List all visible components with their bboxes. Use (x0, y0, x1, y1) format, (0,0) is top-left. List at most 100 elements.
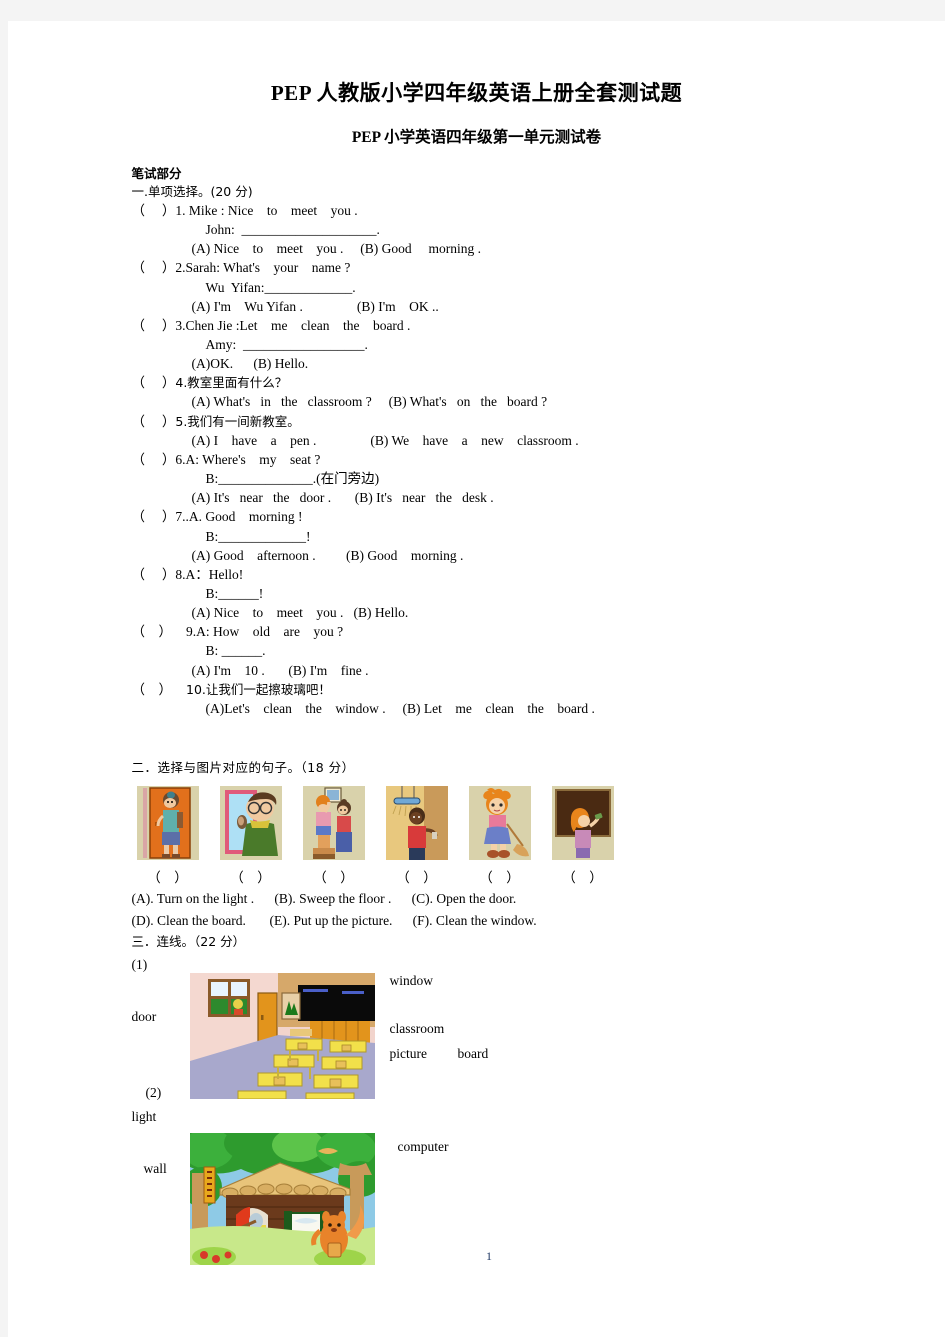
question-options: (A) What's in the classroom ? (B) What's… (132, 392, 827, 411)
question-options: (A)OK. (B) Hello. (132, 354, 827, 373)
question-row: （ ）6.A: Where's my seat ? (132, 450, 827, 469)
question-subline: John: ____________________. (132, 220, 827, 239)
question-row: （ ）8.A：Hello! (132, 565, 827, 584)
answer-bracket[interactable]: （ ） (132, 375, 176, 390)
question-options-text[interactable]: (A) Nice to meet you . (B) Hello. (192, 605, 409, 620)
question-options: (A) Nice to meet you . (B) Good morning … (132, 239, 827, 258)
question-options: (A) I have a pen . (B) We have a new cla… (132, 431, 827, 450)
section-two-heading: 二．选择与图片对应的句子。（18 分） (131, 760, 355, 776)
question-sub-text: John: ____________________. (205, 222, 380, 238)
answer-bracket[interactable]: （ ） (132, 682, 173, 697)
question-sub-text: Amy: __________________. (205, 336, 368, 352)
answer-bracket[interactable]: （ ） (132, 567, 176, 582)
question-subline: B:______________.(在门旁边) (132, 469, 827, 488)
question-row: （ ） 10.让我们一起擦玻璃吧！ (132, 680, 827, 699)
question-row: （ ）3.Chen Jie :Let me clean the board . (132, 316, 827, 335)
picture-cell (302, 786, 365, 861)
question-options-text[interactable]: (A) Good afternoon . (B) Good morning . (192, 548, 464, 563)
question-prompt: 3.Chen Jie :Let me clean the board . (175, 317, 411, 333)
question-subline: Wu Yifan:_____________. (132, 278, 827, 297)
picture-cell (136, 786, 199, 861)
picture-row (136, 786, 827, 861)
answer-bracket[interactable]: （ ） (132, 624, 173, 639)
match-label-computer[interactable]: computer (398, 1139, 449, 1155)
matching-group-two: wall computer (132, 1129, 827, 1279)
section-two-options-row-two[interactable]: (D). Clean the board. (E). Put up the pi… (132, 910, 827, 932)
section-one-heading: 一.单项选择。(20 分) (131, 183, 253, 199)
match-label-picture[interactable]: picture (390, 1046, 427, 1062)
boy-cleaning-window-icon (219, 786, 282, 861)
picture-answer-bracket[interactable]: （ ） (220, 866, 282, 886)
question-row: （ ）4.教室里面有什么？ (132, 373, 827, 392)
answer-bracket[interactable]: （ ） (132, 414, 176, 429)
answer-bracket[interactable]: （ ） (132, 260, 176, 275)
question-options: (A)Let's clean the window . (B) Let me c… (132, 699, 827, 718)
question-options-text[interactable]: (A) It's near the door . (B) It's near t… (192, 490, 494, 505)
written-part-label: 笔试部分 (131, 167, 182, 181)
question-options-text[interactable]: (A) I'm 10 . (B) I'm fine . (192, 663, 369, 678)
picture-answer-bracket[interactable]: （ ） (552, 866, 614, 886)
picture-answer-bracket[interactable]: （ ） (303, 866, 365, 886)
question-options-text[interactable]: (A)OK. (B) Hello. (192, 356, 309, 371)
log-cabin-illustration (189, 1132, 375, 1265)
question-options-text[interactable]: (A) I have a pen . (B) We have a new cla… (192, 433, 579, 448)
picture-answer-brackets-row: （ ） （ ） （ ） （ ） （ ） （ ） (137, 866, 827, 886)
question-sub-text: B:_____________! (205, 528, 311, 544)
question-sub-text: B: ______. (205, 643, 266, 659)
group-one-number: (1) (131, 956, 148, 972)
picture-cell (551, 786, 614, 861)
match-label-light[interactable]: light (132, 1109, 157, 1125)
question-options-text[interactable]: (A) Nice to meet you . (B) Good morning … (192, 241, 481, 256)
question-options: (A) I'm Wu Yifan . (B) I'm OK .. (132, 297, 827, 316)
question-options: (A) Nice to meet you . (B) Hello. (132, 603, 827, 622)
question-subline: Amy: __________________. (132, 335, 827, 354)
answer-bracket[interactable]: （ ） (132, 452, 176, 467)
picture-answer-bracket[interactable]: （ ） (469, 866, 531, 886)
question-row: （ ） 9.A: How old are you ? (132, 622, 827, 641)
question-options-text[interactable]: (A) What's in the classroom ? (B) What's… (192, 394, 548, 409)
question-row: （ ）2.Sarah: What's your name ? (132, 258, 827, 277)
group-two-number: (2) (145, 1084, 162, 1100)
question-prompt: 6.A: Where's my seat ? (175, 451, 321, 467)
section-three-heading: 三．连线。（22 分） (131, 933, 246, 949)
match-label-wall[interactable]: wall (144, 1161, 167, 1177)
question-sub-text: B:______! (205, 586, 264, 601)
question-subline: B: ______. (132, 641, 827, 660)
match-label-classroom[interactable]: classroom (390, 1021, 445, 1037)
picture-answer-bracket[interactable]: （ ） (137, 866, 199, 886)
picture-answer-bracket[interactable]: （ ） (386, 866, 448, 886)
question-options: (A) I'm 10 . (B) I'm fine . (132, 661, 827, 680)
question-prompt: 4.教室里面有什么？ (175, 375, 288, 391)
question-subline: B:______! (132, 584, 827, 603)
question-prompt: 2.Sarah: What's your name ? (175, 260, 351, 276)
question-options-text[interactable]: (A)Let's clean the window . (B) Let me c… (206, 701, 595, 716)
boy-turning-on-light-icon (385, 786, 448, 861)
match-label-board[interactable]: board (458, 1046, 489, 1062)
picture-cell (468, 786, 531, 861)
picture-cell (219, 786, 282, 861)
question-row: （ ）7..A. Good morning ! (132, 507, 827, 526)
classroom-illustration (189, 972, 375, 1099)
matching-group-one: (1) door window classroom picture board … (132, 951, 827, 1129)
question-options-text[interactable]: (A) I'm Wu Yifan . (B) I'm OK .. (192, 299, 439, 314)
girl-opening-door-icon (136, 786, 199, 861)
picture-cell (385, 786, 448, 861)
question-options: (A) Good afternoon . (B) Good morning . (132, 546, 827, 565)
girl-sweeping-floor-icon (468, 786, 531, 861)
match-label-window[interactable]: window (390, 973, 434, 989)
document-page: PEP 人教版小学四年级英语上册全套测试题 PEP 小学英语四年级第一单元测试卷… (8, 21, 945, 1337)
question-row: （ ）1. Mike : Nice to meet you . (132, 201, 827, 220)
answer-bracket[interactable]: （ ） (132, 509, 176, 524)
page-number: 1 (486, 1249, 492, 1263)
match-label-door[interactable]: door (132, 1009, 157, 1025)
section-two-options-row-one[interactable]: (A). Turn on the light . (B). Sweep the … (132, 888, 827, 910)
children-putting-up-picture-icon (302, 786, 365, 861)
question-options: (A) It's near the door . (B) It's near t… (132, 488, 827, 507)
question-subline: B:_____________! (132, 527, 827, 546)
question-prompt: 10.让我们一起擦玻璃吧！ (186, 681, 331, 697)
question-prompt: 1. Mike : Nice to meet you . (175, 202, 358, 218)
answer-bracket[interactable]: （ ） (132, 318, 176, 333)
question-prompt: 9.A: How old are you ? (186, 624, 344, 640)
question-sub-text: Wu Yifan:_____________. (205, 279, 356, 295)
answer-bracket[interactable]: （ ） (132, 203, 176, 218)
